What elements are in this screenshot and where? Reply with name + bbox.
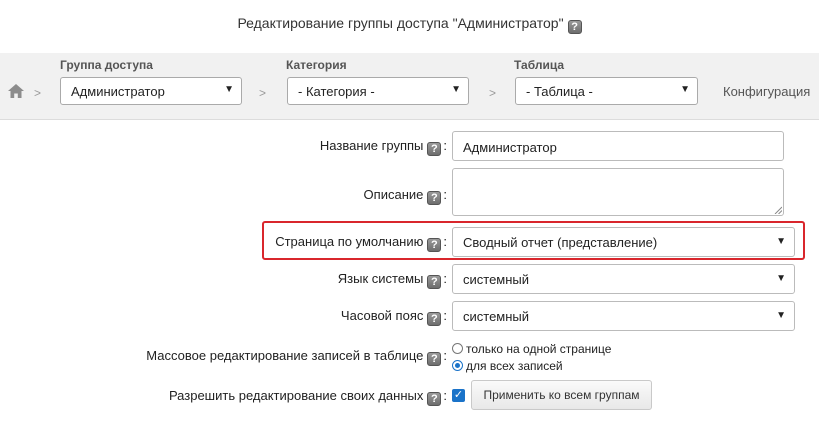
category-label: Категория [286, 58, 347, 72]
breadcrumb-separator: > [489, 86, 497, 100]
default-page-label: Страница по умолчанию?: [275, 234, 447, 252]
help-icon[interactable]: ? [427, 312, 442, 326]
page-title-text: Редактирование группы доступа "Администр… [237, 15, 564, 31]
self-edit-checkbox[interactable]: ✓ [452, 389, 465, 402]
dropdown-arrow-icon: ▼ [224, 84, 234, 95]
mass-edit-radio-group: только на одной странице для всех записе… [452, 340, 611, 374]
help-icon[interactable]: ? [427, 238, 442, 252]
group-select[interactable]: Администратор ▼ [60, 77, 242, 105]
apply-to-all-groups-button[interactable]: Применить ко всем группам [471, 380, 652, 410]
language-label: Язык системы?: [337, 271, 447, 289]
table-select-value: - Таблица - [526, 84, 593, 99]
mass-edit-label: Массовое редактирование записей в таблиц… [146, 348, 447, 366]
page-title: Редактирование группы доступа "Администр… [0, 15, 819, 34]
radio-button-checked[interactable] [452, 360, 463, 371]
category-select[interactable]: - Категория - ▼ [287, 77, 469, 105]
dropdown-arrow-icon: ▼ [776, 273, 786, 284]
category-select-value: - Категория - [298, 84, 375, 99]
help-icon[interactable]: ? [427, 352, 442, 366]
help-icon[interactable]: ? [427, 275, 442, 289]
breadcrumb-separator: > [259, 86, 267, 100]
default-page-select[interactable]: Сводный отчет (представление) ▼ [452, 227, 795, 257]
configuration-link[interactable]: Конфигурация [723, 84, 810, 99]
dropdown-arrow-icon: ▼ [451, 84, 461, 95]
description-label: Описание?: [363, 187, 447, 205]
mass-edit-option[interactable]: для всех записей [452, 357, 611, 374]
help-icon[interactable]: ? [427, 392, 442, 406]
description-textarea[interactable] [452, 168, 784, 216]
mass-edit-option[interactable]: только на одной странице [452, 340, 611, 357]
dropdown-arrow-icon: ▼ [680, 84, 690, 95]
help-icon[interactable]: ? [567, 20, 582, 34]
resize-grip-icon[interactable] [774, 206, 782, 214]
home-icon[interactable] [8, 84, 24, 98]
dropdown-arrow-icon: ▼ [776, 310, 786, 321]
breadcrumb: > Группа доступа Администратор ▼ > Катег… [0, 53, 819, 120]
group-select-value: Администратор [71, 84, 165, 99]
group-name-input[interactable]: Администратор [452, 131, 784, 161]
help-icon[interactable]: ? [427, 191, 442, 205]
breadcrumb-separator: > [34, 86, 42, 100]
radio-button[interactable] [452, 343, 463, 354]
timezone-label: Часовой пояс?: [340, 308, 447, 326]
timezone-select[interactable]: системный ▼ [452, 301, 795, 331]
table-select[interactable]: - Таблица - ▼ [515, 77, 698, 105]
self-edit-label: Разрешить редактирование своих данных?: [168, 388, 447, 406]
group-name-label: Название группы?: [319, 138, 447, 156]
table-label: Таблица [514, 58, 565, 72]
language-select[interactable]: системный ▼ [452, 264, 795, 294]
group-label: Группа доступа [60, 58, 153, 72]
help-icon[interactable]: ? [427, 142, 442, 156]
dropdown-arrow-icon: ▼ [776, 236, 786, 247]
